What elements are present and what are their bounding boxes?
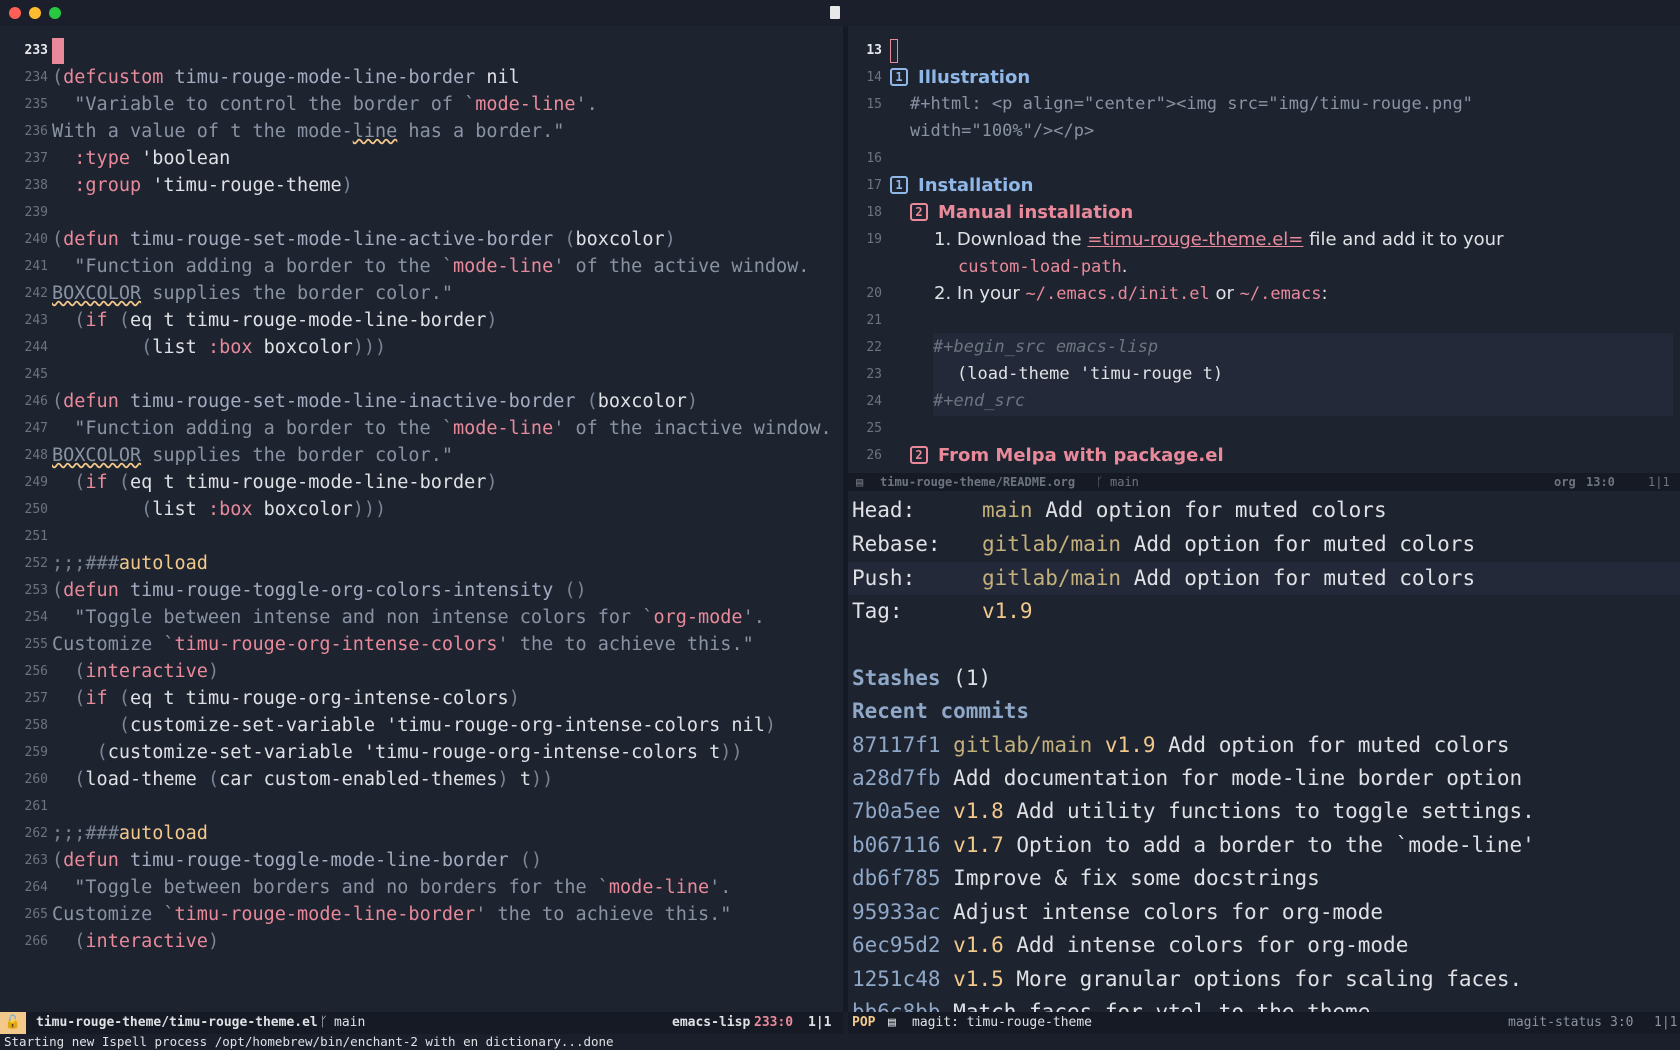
code-line: 243 (if (eq t timu-rouge-mode-line-borde…: [24, 310, 498, 331]
code-line: 241 "Function adding a border to the `mo…: [24, 256, 810, 277]
code-line: 266 (interactive): [24, 931, 220, 952]
code-line: 251: [24, 529, 48, 544]
code-line: 259 (customize-set-variable 'timu-rouge-…: [24, 742, 743, 763]
heading-level-2-icon: 2: [910, 203, 928, 221]
code-line: 258 (customize-set-variable 'timu-rouge-…: [24, 715, 776, 736]
left-modeline: 🔓 timu-rouge-theme/timu-rouge-theme.el ᚴ…: [0, 1012, 843, 1034]
code-line: 238 :group 'timu-rouge-theme): [24, 175, 353, 196]
code-line: 240 (defun timu-rouge-set-mode-line-activ…: [24, 229, 676, 250]
code-line: 248 BOXCOLOR supplies the border color.": [24, 445, 453, 466]
lock-icon: 🔓: [0, 1012, 26, 1034]
heading-level-1-icon: 1: [890, 68, 908, 86]
magit-rebase-row[interactable]: Rebase: gitlab/main Add option for muted …: [852, 528, 1475, 561]
heading-manual-installation[interactable]: Manual installation: [938, 198, 1133, 227]
code-line: 250 (list :box boxcolor))): [24, 499, 387, 520]
code-line: 235 "Variable to control the border of `…: [24, 94, 598, 115]
magit-recent-commits-section[interactable]: Recent commits: [852, 695, 1029, 728]
text-cursor: [52, 38, 64, 64]
magit-push-row[interactable]: Push: gitlab/main Add option for muted co…: [852, 562, 1475, 595]
magit-stashes-section[interactable]: Stashes (1): [852, 662, 991, 695]
code-line: 257 (if (eq t timu-rouge-org-intense-col…: [24, 688, 520, 709]
code-line: 245: [24, 367, 48, 382]
close-button[interactable]: [9, 7, 21, 19]
heading-from-melpa[interactable]: From Melpa with package.el: [938, 441, 1224, 470]
code-line: 252 ;;;###autoload: [24, 553, 208, 574]
code-line: 261: [24, 799, 48, 814]
code-line: 264 "Toggle between borders and no borde…: [24, 877, 732, 898]
code-line: 263 (defun timu-rouge-toggle-mode-line-bo…: [24, 850, 543, 871]
commit-row[interactable]: bb6c8bb Match faces for vtel to the them…: [852, 996, 1370, 1012]
code-line: 234 (defcustom timu-rouge-mode-line-borde…: [24, 67, 520, 88]
text-cursor: [890, 39, 898, 63]
code-line: 239: [24, 205, 48, 220]
commit-row[interactable]: db6f785 Improve & fix some docstrings: [852, 862, 1320, 895]
code-line: 249 (if (eq t timu-rouge-mode-line-borde…: [24, 472, 498, 493]
commit-row[interactable]: 1251c48 v1.5 More granular options for s…: [852, 963, 1522, 996]
commit-row[interactable]: 87117f1 gitlab/main v1.9 Add option for …: [852, 729, 1510, 762]
code-line: 253 (defun timu-rouge-toggle-org-colors-i…: [24, 580, 587, 601]
commit-row[interactable]: b067116 v1.7 Option to add a border to t…: [852, 829, 1535, 862]
src-block-body: 23 (load-theme 'timu-rouge t): [866, 360, 1673, 389]
zoom-button[interactable]: [49, 7, 61, 19]
commit-row[interactable]: 7b0a5ee v1.8 Add utility functions to to…: [852, 795, 1535, 828]
echo-area: Starting new Ispell process /opt/homebre…: [4, 1034, 614, 1049]
code-line: 262 ;;;###autoload: [24, 823, 208, 844]
code-line: 260 (load-theme (car custom-enabled-them…: [24, 769, 554, 790]
heading-level-1-icon: 1: [890, 176, 908, 194]
code-line: 237 :type 'boolean: [24, 148, 231, 169]
code-line: 254 "Toggle between intense and non inte…: [24, 607, 765, 628]
commit-row[interactable]: a28d7fb Add documentation for mode-line …: [852, 762, 1522, 795]
left-editor-pane[interactable]: 233 234 (defcustom timu-rouge-mode-line-b…: [0, 26, 843, 1012]
commit-row[interactable]: 6ec95d2 v1.6 Add intense colors for org-…: [852, 929, 1408, 962]
document-icon: [830, 6, 840, 19]
file-link[interactable]: =timu-rouge-theme.el=: [1087, 229, 1303, 250]
magit-head-row[interactable]: Head: main Add option for muted colors: [852, 494, 1387, 527]
right-top-modeline: ▤ timu-rouge-theme/README.org ᚴ main org…: [848, 473, 1680, 491]
title-bar: [0, 0, 1680, 26]
file-icon: ▤: [888, 1015, 896, 1030]
minimize-button[interactable]: [29, 7, 41, 19]
code-line: 242 BOXCOLOR supplies the border color.": [24, 283, 453, 304]
src-block-end: 24 #+end_src: [866, 387, 1673, 416]
code-line: 236 With a value of t the mode-line has a…: [24, 121, 565, 142]
git-branch-icon: ᚴ: [320, 1015, 328, 1030]
magit-tag-row[interactable]: Tag: v1.9: [852, 595, 1033, 628]
code-line: 244 (list :box boxcolor))): [24, 337, 387, 358]
commit-row[interactable]: 95933ac Adjust intense colors for org-mo…: [852, 896, 1383, 929]
code-line: 256 (interactive): [24, 661, 220, 682]
heading-installation[interactable]: Installation: [918, 171, 1033, 200]
heading-illustration[interactable]: Illustration: [918, 63, 1030, 92]
right-top-org-pane[interactable]: 13 14 1 Illustration 15 #+html: <p align="c…: [848, 26, 1680, 473]
file-icon: ▤: [856, 475, 864, 489]
code-line: 265 Customize `timu-rouge-mode-line-borde…: [24, 904, 732, 925]
code-line: 233: [0, 36, 843, 65]
heading-level-2-icon: 2: [910, 446, 928, 464]
code-line: 247 "Function adding a border to the `mo…: [24, 418, 832, 439]
code-line: 255 Customize `timu-rouge-org-intense-col…: [24, 634, 754, 655]
src-block-begin: 22 #+begin_src emacs-lisp: [866, 333, 1673, 362]
magit-modeline: POP ▤ magit: timu-rouge-theme magit-stat…: [848, 1012, 1680, 1034]
git-branch-icon: ᚴ: [1096, 475, 1104, 489]
code-line: 246 (defun timu-rouge-set-mode-line-inact…: [24, 391, 699, 412]
